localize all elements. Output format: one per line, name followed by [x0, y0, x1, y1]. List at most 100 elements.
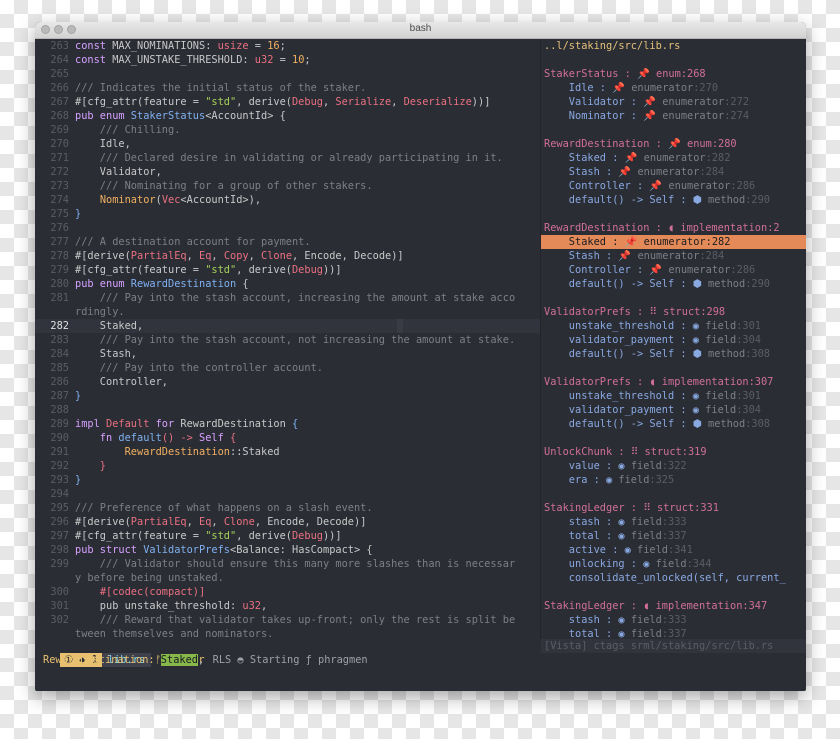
code-line[interactable]: 281 /// Pay into the stash account, incr…	[35, 291, 540, 305]
tag-item[interactable]: stash : ◉ field:333	[541, 515, 806, 529]
tag-kind-icon: 📌	[643, 110, 663, 122]
tag-text: field	[705, 390, 737, 402]
tag-item[interactable]: consolidate_unlocked(self, current_	[541, 571, 806, 585]
tag-item[interactable]: Staked : 📌 enumerator:282	[541, 235, 806, 249]
code-line[interactable]: 283 /// Pay into the stash account, not …	[35, 333, 540, 347]
code-line[interactable]: 276	[35, 221, 540, 235]
code-editor-pane[interactable]: 263 const MAX_NOMINATIONS: usize = 16; 264…	[35, 39, 540, 639]
code-line[interactable]: 289 impl Default for RewardDestination {	[35, 417, 540, 431]
tag-item[interactable]: Idle : 📌 enumerator:270	[541, 81, 806, 95]
code-line[interactable]: 288	[35, 403, 540, 417]
tagbar-header[interactable]: ..l/staking/src/lib.rs	[541, 39, 806, 53]
code-line[interactable]: 300 #[codec(compact)]	[35, 585, 540, 599]
code-line[interactable]: 275}	[35, 207, 540, 221]
code-line[interactable]: 271 /// Declared desire in validating or…	[35, 151, 540, 165]
tag-item[interactable]: active : ◉ field:341	[541, 543, 806, 557]
code-line[interactable]: 264 const MAX_UNSTAKE_THRESHOLD: u32 = 10…	[35, 53, 540, 67]
code-line[interactable]: 267 #[cfg_attr(feature = "std", derive(De…	[35, 95, 540, 109]
tag-text: consolidate_unlocked(self, current_	[544, 572, 786, 584]
code-line[interactable]: 290 fn default() -> Self {	[35, 431, 540, 445]
tag-item[interactable]: value : ◉ field:322	[541, 459, 806, 473]
cmdline-highlight: Staked	[160, 654, 198, 666]
tag-item[interactable]: unstake_threshold : ◉ field:301	[541, 389, 806, 403]
code-line[interactable]: 273 /// Nominating for a group of other …	[35, 179, 540, 193]
tag-scope[interactable]: StakingLedger : ◖ implementation:347	[541, 599, 806, 613]
tag-item[interactable]: unstake_threshold : ◉ field:301	[541, 319, 806, 333]
tag-item[interactable]: Stash : 📌 enumerator:284	[541, 165, 806, 179]
tag-item[interactable]: Controller : 📌 enumerator:286	[541, 179, 806, 193]
tag-item[interactable]: total : ◉ field:337	[541, 529, 806, 543]
code-text: #[cfg_attr(feature = "std", derive(Debug…	[75, 530, 342, 542]
code-line[interactable]: 277 /// A destination account for payment…	[35, 235, 540, 249]
tag-item[interactable]: Controller : 📌 enumerator:286	[541, 263, 806, 277]
code-token: Eq	[199, 250, 212, 262]
tag-scope[interactable]: RewardDestination : 📌 enum:280	[541, 137, 806, 151]
code-line[interactable]: 297 #[cfg_attr(feature = "std", derive(De…	[35, 529, 540, 543]
code-line[interactable]: 291 RewardDestination::Staked	[35, 445, 540, 459]
tag-item[interactable]: era : ◉ field:325	[541, 473, 806, 487]
tag-text: :290	[745, 194, 771, 206]
tag-item[interactable]: default() -> Self : ⬢ method:308	[541, 417, 806, 431]
tag-text: :337	[661, 530, 687, 542]
code-token: u32	[254, 54, 274, 66]
tag-scope[interactable]: UnlockChunk : ⠿ struct:319	[541, 445, 806, 459]
code-token: /// Reward that validator takes up-front…	[75, 614, 516, 626]
code-line[interactable]: 263 const MAX_NOMINATIONS: usize = 16;	[35, 39, 540, 53]
code-line[interactable]: 293}	[35, 473, 540, 487]
code-line[interactable]: 279 #[cfg_attr(feature = "std", derive(De…	[35, 263, 540, 277]
code-line[interactable]: 270 Idle,	[35, 137, 540, 151]
tag-item[interactable]: stash : ◉ field:333	[541, 613, 806, 627]
code-line[interactable]: 301 pub unstake_threshold: u32,	[35, 599, 540, 613]
vista-tagbar-pane[interactable]: ..l/staking/src/lib.rs StakerStatus : 📌 …	[541, 39, 806, 639]
tag-text: default() -> Self :	[544, 418, 693, 430]
command-line[interactable]: RewardDestination: Staked,	[35, 653, 806, 667]
tag-scope[interactable]: StakingLedger : ⠿ struct:331	[541, 501, 806, 515]
tag-item[interactable]: total : ◉ field:337	[541, 627, 806, 639]
code-text: #[derive(PartialEq, Eq, Clone, Encode, D…	[75, 516, 366, 528]
line-number: 302	[50, 614, 69, 626]
code-line[interactable]: 299 /// Validator should ensure this man…	[35, 557, 540, 571]
code-line[interactable]: 287}	[35, 389, 540, 403]
tag-scope[interactable]: StakerStatus : 📌 enum:268	[541, 67, 806, 81]
code-line[interactable]: 268 pub enum StakerStatus<AccountId> {	[35, 109, 540, 123]
code-line[interactable]: 280 pub enum RewardDestination {	[35, 277, 540, 291]
tag-item[interactable]: validator_payment : ◉ field:304	[541, 403, 806, 417]
tag-item[interactable]: unlocking : ◉ field:344	[541, 557, 806, 571]
code-line[interactable]: 266 /// Indicates the initial status of t…	[35, 81, 540, 95]
tag-item[interactable]: default() -> Self : ⬢ method:308	[541, 347, 806, 361]
tag-item[interactable]: Nominator : 📌 enumerator:274	[541, 109, 806, 123]
code-line[interactable]: 295 /// Preference of what happens on a s…	[35, 501, 540, 515]
code-line[interactable]: 265	[35, 67, 540, 81]
code-line[interactable]: 298 pub struct ValidatorPrefs<Balance: Ha…	[35, 543, 540, 557]
code-line[interactable]: 296 #[derive(PartialEq, Eq, Clone, Encode…	[35, 515, 540, 529]
code-line[interactable]: 292 }	[35, 459, 540, 473]
code-line[interactable]: 278 #[derive(PartialEq, Eq, Copy, Clone, …	[35, 249, 540, 263]
code-token: <Balance: HasCompact> {	[230, 544, 373, 556]
code-token: /// Declared desire in validating or alr…	[75, 152, 503, 164]
code-line[interactable]: 274 Nominator(Vec<AccountId>),	[35, 193, 540, 207]
code-token: MAX_UNSTAKE_THRESHOLD:	[112, 54, 255, 66]
cursor-block	[397, 319, 403, 333]
code-token: 16	[267, 40, 280, 52]
tag-scope[interactable]: RewardDestination : ◖ implementation:2	[541, 221, 806, 235]
code-line[interactable]: 272 Validator,	[35, 165, 540, 179]
tag-item[interactable]: Validator : 📌 enumerator:272	[541, 95, 806, 109]
code-line[interactable]: rdingly.	[35, 305, 540, 319]
code-line[interactable]: 284 Stash,	[35, 347, 540, 361]
code-line[interactable]: 282 Staked,	[35, 319, 540, 333]
tag-item[interactable]: Staked : 📌 enumerator:282	[541, 151, 806, 165]
code-line[interactable]: 285 /// Pay into the controller account.	[35, 361, 540, 375]
tag-scope[interactable]: ValidatorPrefs : ◖ implementation:307	[541, 375, 806, 389]
tag-item[interactable]: default() -> Self : ⬢ method:290	[541, 193, 806, 207]
tag-item[interactable]: Stash : 📌 enumerator:284	[541, 249, 806, 263]
terminal-window: bash 263 const MAX_NOMINATIONS: usize = 1…	[35, 22, 806, 691]
code-line[interactable]: 269 /// Chilling.	[35, 123, 540, 137]
code-line[interactable]: 286 Controller,	[35, 375, 540, 389]
tag-scope[interactable]: ValidatorPrefs : ⠿ struct:298	[541, 305, 806, 319]
tag-item[interactable]: default() -> Self : ⬢ method:290	[541, 277, 806, 291]
code-line[interactable]: 294	[35, 487, 540, 501]
code-line[interactable]: tween themselves and nominators.	[35, 627, 540, 639]
code-line[interactable]: y before being unstaked.	[35, 571, 540, 585]
code-line[interactable]: 302 /// Reward that validator takes up-f…	[35, 613, 540, 627]
tag-item[interactable]: validator_payment : ◉ field:304	[541, 333, 806, 347]
